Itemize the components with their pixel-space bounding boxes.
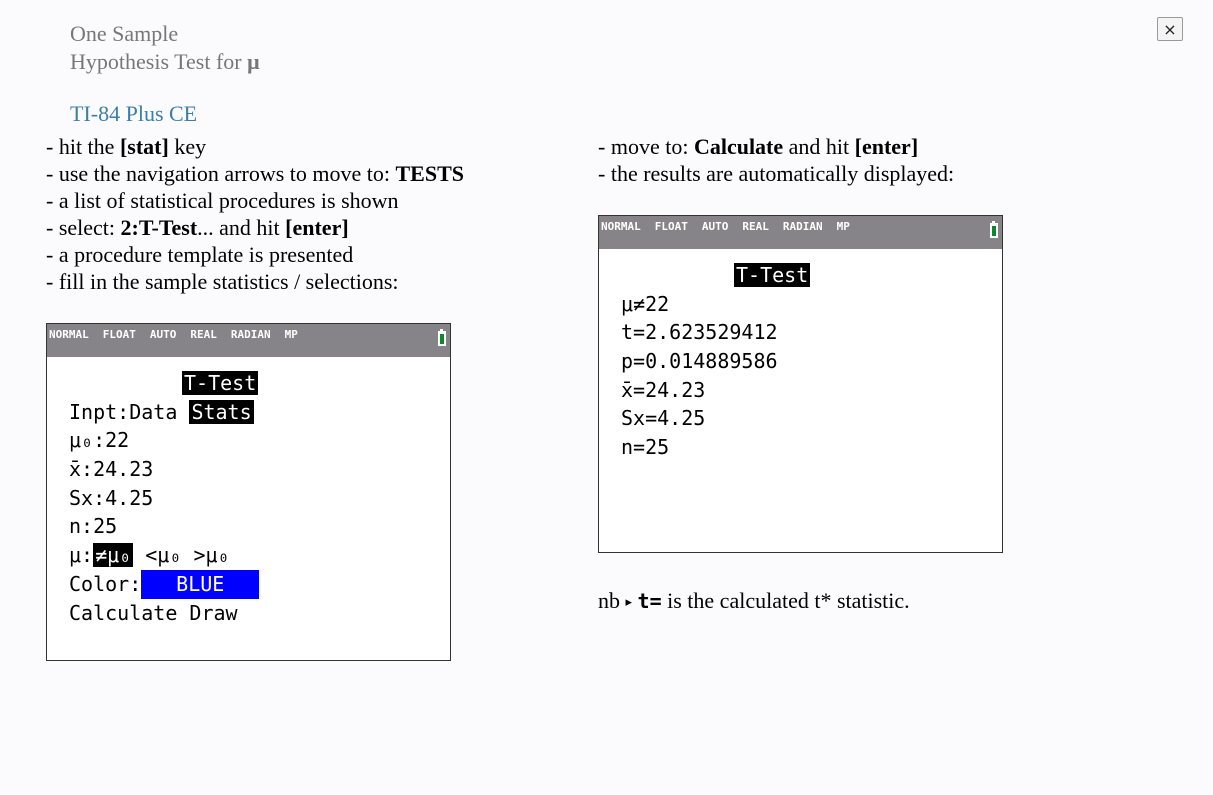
right-instructions: - move to: Calculate and hit [enter] - t… (598, 133, 954, 187)
status-bar: NORMAL FLOAT AUTO REAL RADIAN MP (47, 324, 450, 357)
close-button[interactable]: × (1157, 17, 1183, 41)
result-line: μ≠22 (621, 291, 670, 316)
alt-greater-option[interactable]: >μ₀ (193, 543, 229, 567)
status-mode: FLOAT (102, 328, 136, 341)
alt-less-option[interactable]: <μ₀ (145, 543, 181, 567)
calculator-input-screen: NORMAL FLOAT AUTO REAL RADIAN MP T-Test … (46, 323, 451, 661)
result-line: n=25 (621, 435, 670, 460)
status-mode: REAL (742, 220, 769, 233)
step-item: - move to: Calculate and hit [enter] (598, 134, 919, 159)
title-line-2: Hypothesis Test for μ (70, 49, 260, 74)
status-mode: MP (284, 328, 298, 341)
result-line: Sx=4.25 (621, 406, 706, 431)
draw-option[interactable]: Draw (189, 601, 237, 625)
mu0-field[interactable]: μ₀:22 (69, 426, 259, 455)
title-line-1: One Sample (70, 21, 179, 46)
color-selector[interactable]: BLUE (141, 569, 260, 599)
calculator-result-screen: NORMAL FLOAT AUTO REAL RADIAN MP T-Test … (598, 215, 1003, 553)
step-item: - a list of statistical procedures is sh… (46, 188, 399, 213)
status-mode: MP (836, 220, 850, 233)
mu-symbol: μ (247, 49, 260, 74)
status-mode: RADIAN (782, 220, 823, 233)
status-mode: RADIAN (230, 328, 271, 341)
status-mode: FLOAT (654, 220, 688, 233)
footnote: nb ▸ t= is the calculated t* statistic. (598, 588, 910, 613)
screen-header: T-Test (182, 371, 259, 395)
page-title: One Sample Hypothesis Test for μ (70, 20, 260, 76)
battery-icon (438, 329, 446, 346)
step-item: - use the navigation arrows to move to: … (46, 161, 464, 186)
step-item: - a procedure template is presented (46, 242, 354, 267)
n-field[interactable]: n:25 (69, 512, 259, 541)
step-item: - the results are automatically displaye… (598, 161, 955, 186)
result-line: t=2.623529412 (621, 320, 778, 345)
inpt-stats-option[interactable]: Stats (189, 399, 254, 424)
screen-content: T-Test μ≠22 t=2.623529412 p=0.014889586 … (621, 261, 811, 462)
status-mode: REAL (190, 328, 217, 341)
calculator-model-subtitle: TI-84 Plus CE (70, 101, 198, 126)
step-item: - hit the [stat] key (46, 134, 207, 159)
status-mode: NORMAL (49, 328, 89, 341)
status-bar: NORMAL FLOAT AUTO REAL RADIAN MP (599, 216, 1002, 249)
calculate-option[interactable]: Calculate (69, 601, 177, 625)
alt-not-equal-option[interactable]: ≠μ₀ (93, 543, 134, 568)
left-instructions: - hit the [stat] key - use the navigatio… (46, 133, 464, 295)
inpt-data-option[interactable]: Data (129, 400, 177, 424)
result-line: x̄=24.23 (621, 377, 706, 402)
status-mode: AUTO (701, 220, 729, 233)
xbar-field[interactable]: x̄:24.23 (69, 455, 259, 484)
arrow-icon: ▸ (625, 595, 633, 610)
result-line: p=0.014889586 (621, 349, 778, 374)
screen-header: T-Test (734, 263, 811, 287)
screen-content: T-Test Inpt:Data Stats μ₀:22 x̄:24.23 Sx… (69, 369, 260, 627)
status-mode: NORMAL (601, 220, 641, 233)
step-item: - fill in the sample statistics / select… (46, 269, 399, 294)
sx-field[interactable]: Sx:4.25 (69, 484, 259, 513)
step-item: - select: 2:T-Test... and hit [enter] (46, 215, 349, 240)
battery-icon (990, 221, 998, 238)
status-mode: AUTO (149, 328, 177, 341)
